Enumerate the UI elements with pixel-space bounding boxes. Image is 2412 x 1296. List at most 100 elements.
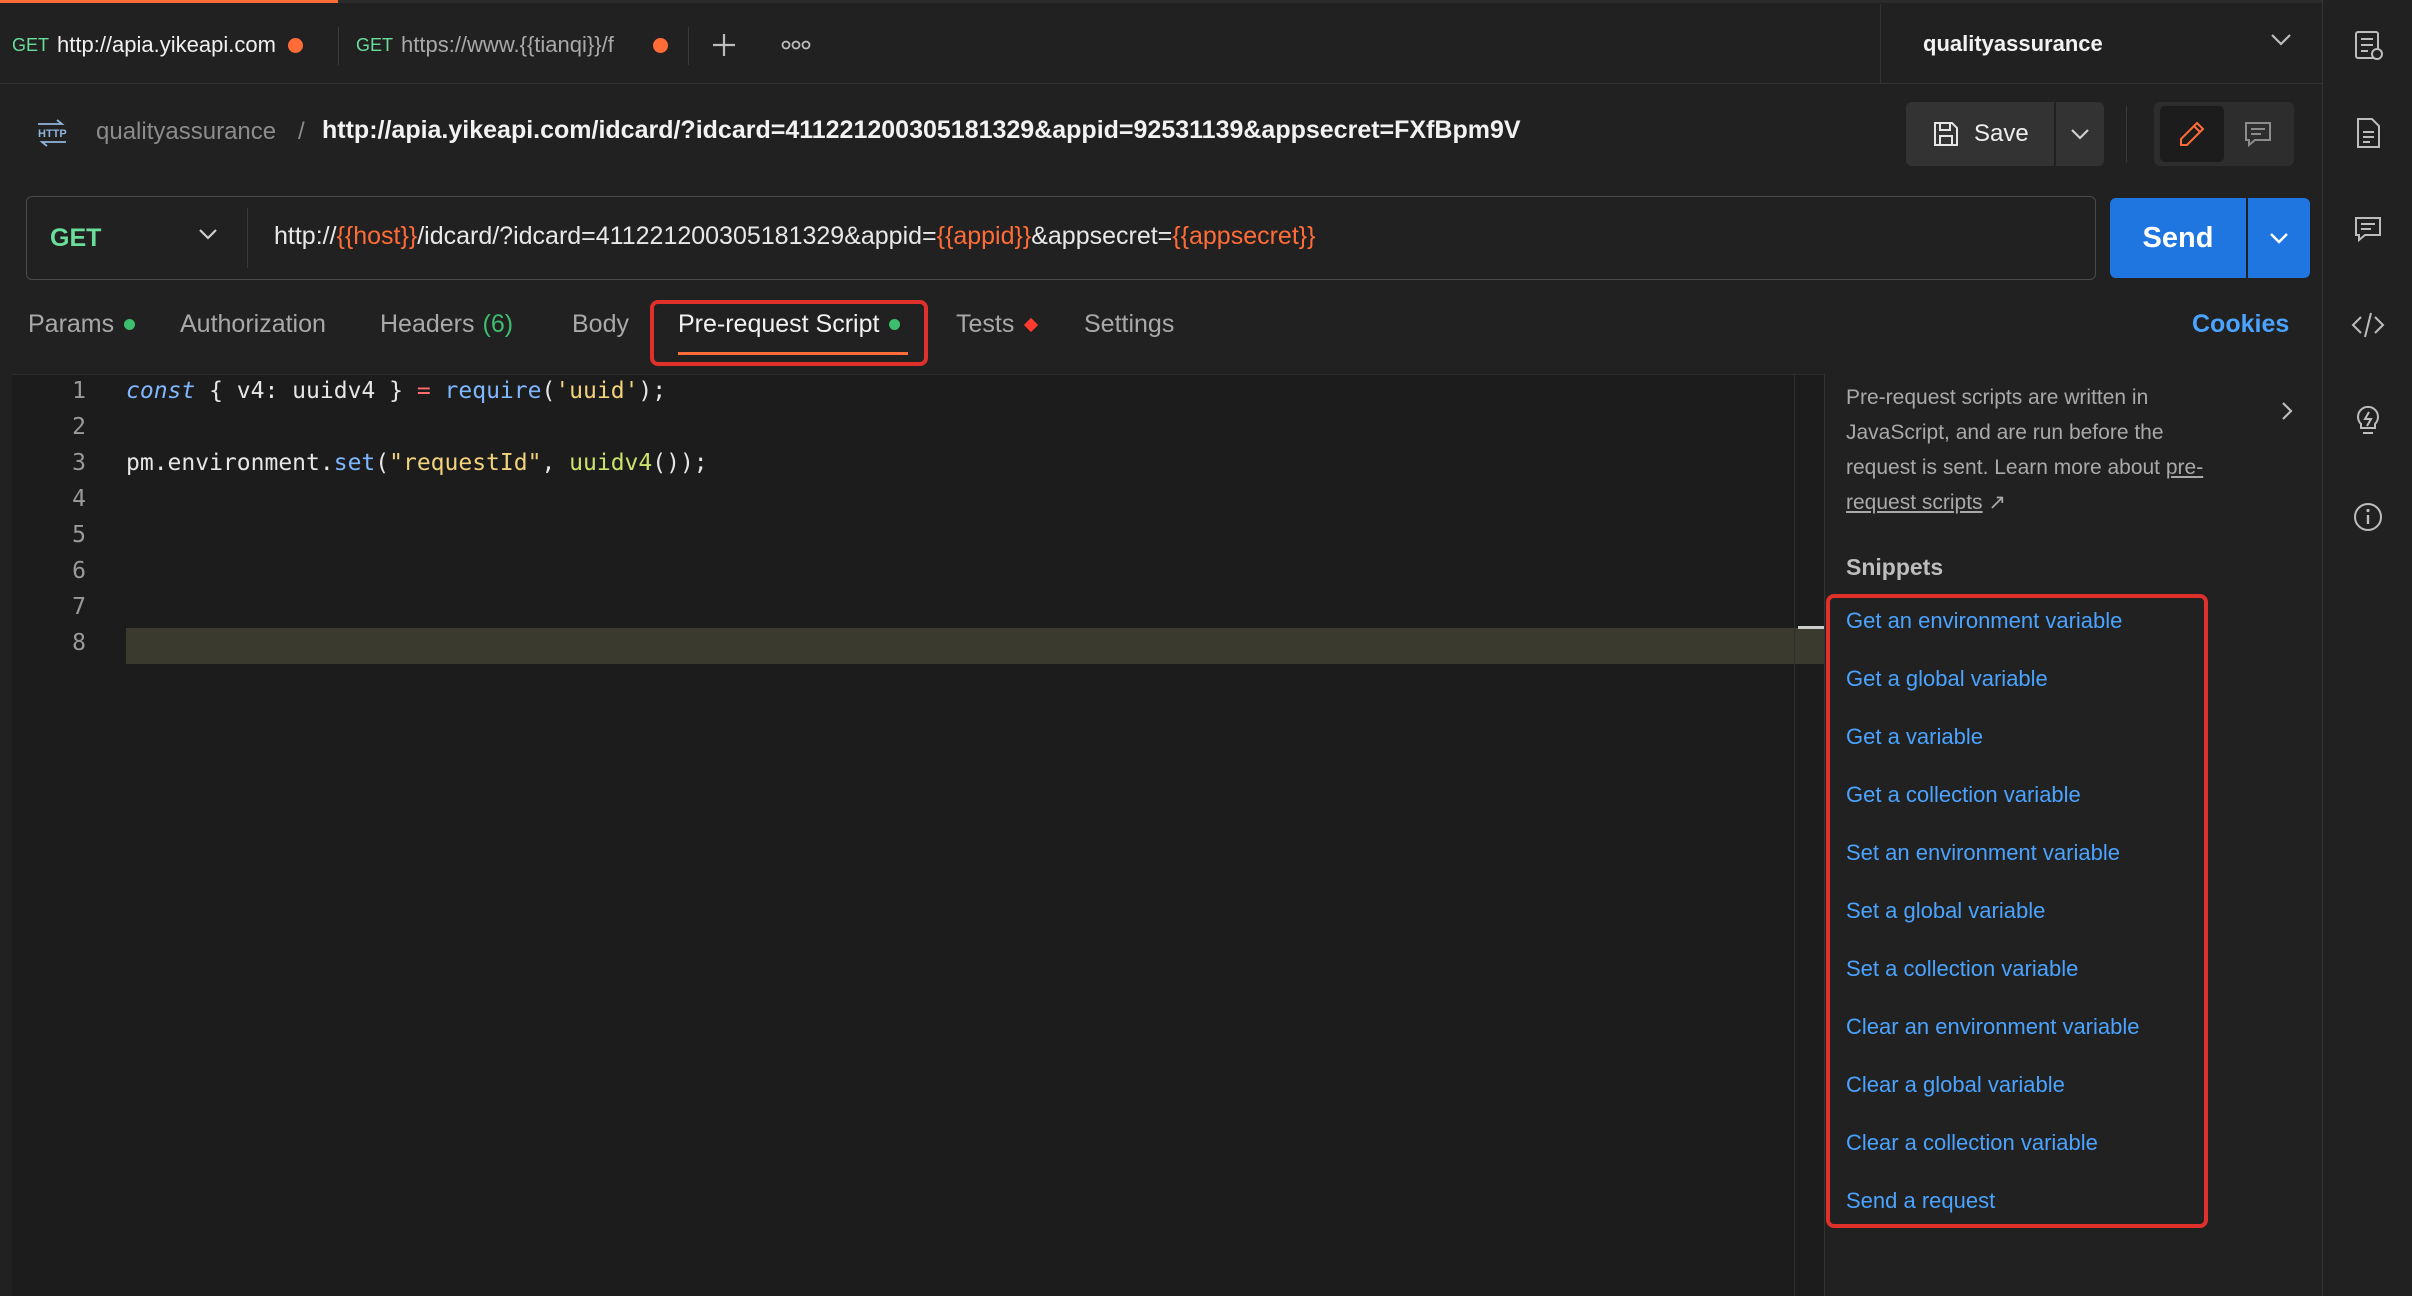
more-tabs-button[interactable] (778, 27, 814, 63)
editor-scrollbar[interactable] (1794, 374, 1795, 1296)
code-token: ( (541, 378, 556, 404)
snippets-title: Snippets (1846, 554, 1944, 580)
headers-count: (6) (482, 310, 514, 338)
tab-label: Headers (380, 310, 475, 338)
snippet-link[interactable]: Send a request (1846, 1188, 1995, 1214)
url-variable-host[interactable]: {{host}} (337, 222, 418, 250)
snippet-link[interactable]: Get an environment variable (1846, 608, 2122, 634)
tab-tests[interactable]: Tests (956, 310, 1039, 339)
tab-label: Authorization (180, 310, 326, 338)
annotation-highlight-box (650, 300, 928, 366)
tab-label: Params (28, 310, 115, 338)
save-icon (1934, 122, 1958, 146)
line-number: 8 (72, 630, 86, 656)
breadcrumb-separator: / (298, 118, 305, 145)
code-token: { v4: uuidv4 } (195, 378, 417, 404)
request-name[interactable]: http://apia.yikeapi.com/idcard/?idcard=4… (322, 116, 1521, 145)
url-variable-appsecret[interactable]: {{appsecret}} (1172, 222, 1315, 250)
line-number: 7 (72, 594, 86, 620)
unsaved-dot (287, 37, 303, 53)
snippet-link[interactable]: Clear a global variable (1846, 1072, 2065, 1098)
tab-settings[interactable]: Settings (1084, 310, 1174, 339)
code-snippet-button[interactable] (2345, 302, 2391, 348)
request-tab-1[interactable]: GET http://apia.yikeapi.com (0, 0, 338, 87)
code-token: pm.environment. (126, 450, 334, 476)
snippet-link[interactable]: Get a collection variable (1846, 782, 2081, 808)
request-tab-2[interactable]: GET https://www.{{tianqi}}/f (344, 3, 674, 87)
snippet-link[interactable]: Set an environment variable (1846, 840, 2120, 866)
send-button[interactable]: Send (2110, 198, 2246, 278)
line-number: 4 (72, 486, 86, 512)
info-icon (2354, 503, 2382, 531)
chevron-down-icon (2270, 233, 2288, 244)
snippet-link[interactable]: Clear an environment variable (1846, 1014, 2140, 1040)
tab-authorization[interactable]: Authorization (180, 310, 326, 339)
documentation-icon (2357, 118, 2380, 148)
line-number: 6 (72, 558, 86, 584)
active-line-highlight (126, 628, 1824, 664)
tab-label: Settings (1084, 310, 1175, 338)
line-number: 5 (72, 522, 86, 548)
send-options-button[interactable] (2248, 198, 2310, 278)
tab-method: GET (12, 34, 50, 55)
line-number: 2 (72, 414, 86, 440)
comment-mode-button[interactable] (2226, 106, 2290, 162)
comments-button[interactable] (2345, 206, 2391, 252)
code-token: ); (638, 378, 667, 404)
has-content-dot (124, 319, 136, 330)
tab-divider (338, 27, 339, 65)
right-sidebar (2322, 0, 2412, 1296)
code-token: set (333, 450, 376, 476)
code-line-1[interactable]: const { v4: uuidv4 } = require('uuid'); (126, 378, 666, 404)
unsaved-dot (653, 37, 669, 53)
url-part: &appsecret= (1031, 222, 1173, 250)
new-tab-button[interactable] (706, 27, 742, 63)
edit-mode-button[interactable] (2160, 106, 2224, 162)
code-token: uuidv4 (569, 450, 653, 476)
save-button[interactable]: Save (1906, 102, 2054, 166)
url-input[interactable]: http://{{host}}/idcard/?idcard=411221200… (274, 222, 1316, 251)
chevron-down-icon (2271, 34, 2291, 46)
url-variable-appid[interactable]: {{appid}} (937, 222, 1032, 250)
send-label: Send (2142, 221, 2214, 254)
script-editor[interactable] (12, 374, 1824, 1296)
tab-headers[interactable]: Headers (6) (380, 310, 513, 339)
info-button[interactable] (2345, 494, 2391, 540)
snippet-link[interactable]: Set a collection variable (1846, 956, 2078, 982)
environment-name: qualityassurance (1923, 31, 2103, 56)
url-part: http:// (274, 222, 337, 250)
code-token: ( (375, 450, 390, 476)
comment-icon (2245, 122, 2271, 148)
tab-body[interactable]: Body (572, 310, 629, 339)
code-icon (2351, 312, 2385, 338)
panel-description: Pre-request scripts are written in JavaS… (1846, 380, 2226, 520)
line-number: 3 (72, 450, 86, 476)
code-token: 'uuid' (555, 378, 639, 404)
tab-divider (688, 27, 689, 65)
http-icon: HTTP (38, 119, 67, 147)
chevron-right-icon[interactable] (2280, 400, 2294, 422)
cookies-link[interactable]: Cookies (2192, 310, 2289, 339)
toolbar-divider (2126, 106, 2127, 162)
documentation-button[interactable] (2345, 110, 2391, 156)
tab-url: http://apia.yikeapi.com (57, 32, 276, 57)
breadcrumb-workspace[interactable]: qualityassurance (96, 118, 276, 146)
snippet-link[interactable]: Get a variable (1846, 724, 1983, 750)
code-token: require (444, 378, 542, 404)
snippet-link[interactable]: Get a global variable (1846, 666, 2048, 692)
code-line-3[interactable]: pm.environment.set("requestId", uuidv4()… (126, 450, 708, 476)
snippet-link[interactable]: Set a global variable (1846, 898, 2045, 924)
code-token: ()); (652, 450, 708, 476)
save-label: Save (1974, 120, 2029, 147)
plus-icon (713, 34, 735, 56)
code-token: , (541, 450, 570, 476)
tab-params[interactable]: Params (28, 310, 136, 339)
environment-select[interactable]: qualityassurance (1880, 4, 2322, 84)
save-options-button[interactable] (2056, 102, 2104, 166)
snippet-link[interactable]: Clear a collection variable (1846, 1130, 2098, 1156)
line-number: 1 (72, 378, 86, 404)
related-collections-button[interactable] (2345, 398, 2391, 444)
method-select[interactable]: GET (26, 196, 248, 280)
environment-quick-look-button[interactable] (2345, 22, 2391, 68)
